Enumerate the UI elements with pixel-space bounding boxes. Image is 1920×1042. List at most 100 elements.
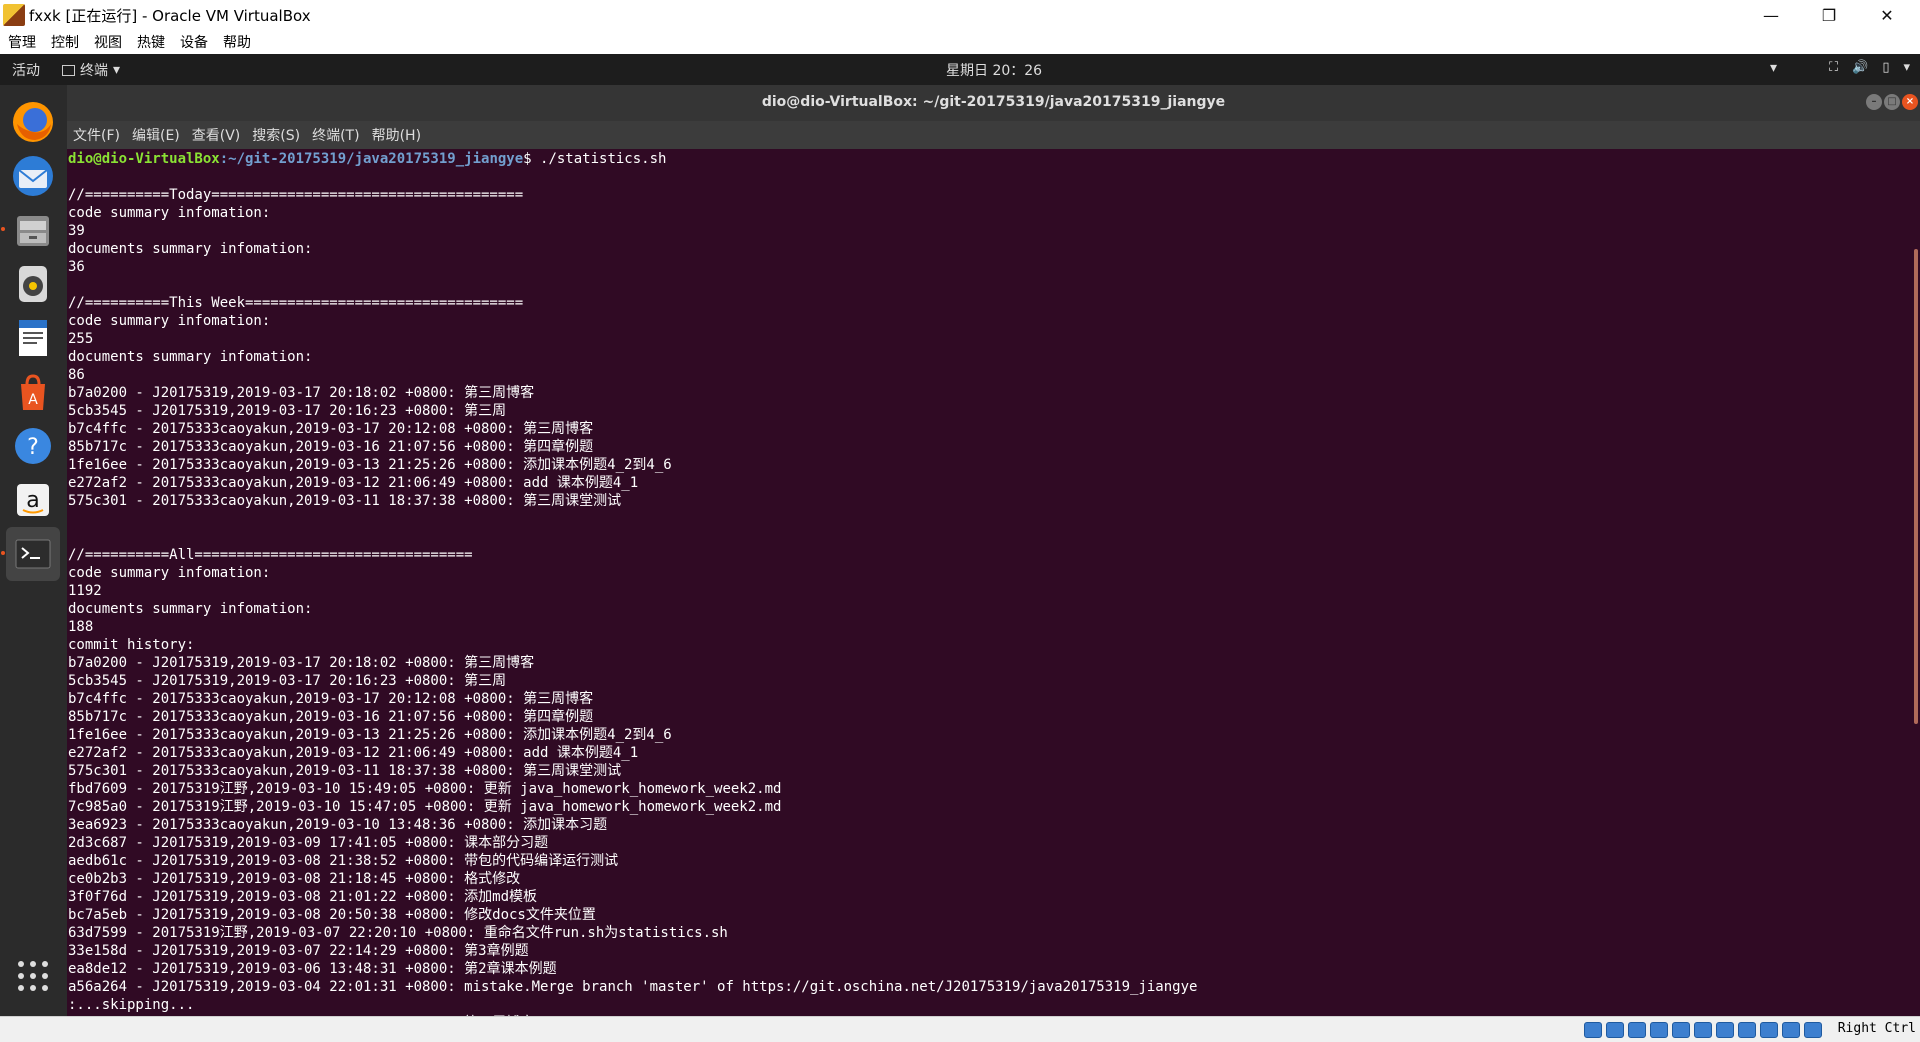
- terminal-line: //==========This Week===================…: [68, 295, 524, 311]
- menu-view[interactable]: 视图: [94, 32, 122, 52]
- terminal-line: ea8de12 - J20175319,2019-03-06 13:48:31 …: [68, 961, 557, 977]
- recording-icon[interactable]: [1738, 1022, 1756, 1038]
- menu-manage[interactable]: 管理: [8, 32, 36, 52]
- terminal-line: e272af2 - 20175333caoyakun,2019-03-12 21…: [68, 745, 639, 761]
- mouse-integration-icon[interactable]: [1782, 1022, 1800, 1038]
- close-button[interactable]: ✕: [1858, 0, 1916, 30]
- terminal-close-button[interactable]: ×: [1902, 94, 1918, 110]
- terminal-line: 5cb3545 - J20175319,2019-03-17 20:16:23 …: [68, 403, 507, 419]
- files-icon[interactable]: [6, 203, 60, 257]
- terminal-line: 3ea6923 - 20175333caoyakun,2019-03-10 13…: [68, 817, 608, 833]
- terminal-line: 1192: [68, 583, 102, 599]
- terminal-line: 33e158d - J20175319,2019-03-07 22:14:29 …: [68, 943, 529, 959]
- firefox-icon[interactable]: [6, 95, 60, 149]
- shared-folders-icon[interactable]: [1694, 1022, 1712, 1038]
- help-icon[interactable]: ?: [6, 419, 60, 473]
- terminal-menu-file[interactable]: 文件(F): [73, 125, 120, 145]
- terminal-line: //==========All=========================…: [68, 547, 473, 563]
- terminal-line: documents summary infomation:: [68, 349, 313, 365]
- cpu-icon[interactable]: [1760, 1022, 1778, 1038]
- terminal-line: :...skipping...: [68, 997, 195, 1013]
- restore-button[interactable]: ❐: [1800, 0, 1858, 30]
- chevron-down-icon[interactable]: ▾: [1770, 60, 1777, 76]
- minimize-button[interactable]: —: [1742, 0, 1800, 30]
- virtualbox-icon: [3, 4, 25, 26]
- terminal-line: 1fe16ee - 20175333caoyakun,2019-03-13 21…: [68, 457, 672, 473]
- software-icon[interactable]: A: [6, 365, 60, 419]
- menu-help[interactable]: 帮助: [223, 32, 251, 52]
- battery-icon: ▯: [1882, 60, 1890, 75]
- terminal-line: documents summary infomation:: [68, 241, 313, 257]
- terminal-line: //==========Today=======================…: [68, 187, 524, 203]
- terminal-line: documents summary infomation:: [68, 601, 313, 617]
- terminal-line: b7a0200 - J20175319,2019-03-17 20:18:02 …: [68, 385, 535, 401]
- prompt-path: :~/git-20175319/java20175319_jiangye: [219, 151, 524, 167]
- menu-devices[interactable]: 设备: [180, 32, 208, 52]
- terminal-line: commit history:: [68, 637, 195, 653]
- terminal-minimize-button[interactable]: –: [1866, 94, 1882, 110]
- terminal-title: dio@dio-VirtualBox: ~/git-20175319/java2…: [761, 94, 1226, 110]
- terminal-small-icon: [62, 64, 75, 76]
- terminal-menubar: 文件(F) 编辑(E) 查看(V) 搜索(S) 终端(T) 帮助(H): [67, 121, 1920, 149]
- system-tray[interactable]: ⛶ 🔊 ▯ ▾: [1829, 60, 1910, 75]
- prompt-user: dio@dio-VirtualBox: [68, 151, 220, 167]
- terminal-menu-search[interactable]: 搜索(S): [252, 125, 300, 145]
- network-status-icon[interactable]: [1650, 1022, 1668, 1038]
- terminal-line: b7c4ffc - 20175333caoyakun,2019-03-17 20…: [68, 691, 594, 707]
- terminal-line: aedb61c - J20175319,2019-03-08 21:38:52 …: [68, 853, 619, 869]
- terminal-icon[interactable]: [6, 527, 60, 581]
- terminal-line: 3f0f76d - J20175319,2019-03-08 21:01:22 …: [68, 889, 538, 905]
- display-icon[interactable]: [1716, 1022, 1734, 1038]
- audio-icon[interactable]: [1628, 1022, 1646, 1038]
- thunderbird-icon[interactable]: [6, 149, 60, 203]
- app-menu[interactable]: 终端 ▾: [62, 60, 120, 80]
- host-key-label: Right Ctrl: [1837, 1021, 1916, 1036]
- terminal-scrollbar[interactable]: [1914, 249, 1918, 724]
- terminal-line: 575c301 - 20175333caoyakun,2019-03-11 18…: [68, 763, 622, 779]
- terminal-menu-help[interactable]: 帮助(H): [372, 125, 421, 145]
- terminal-menu-edit[interactable]: 编辑(E): [132, 125, 180, 145]
- terminal-line: 36: [68, 259, 85, 275]
- terminal-maximize-button[interactable]: □: [1884, 94, 1900, 110]
- terminal-header-bar: dio@dio-VirtualBox: ~/git-20175319/java2…: [67, 85, 1920, 121]
- terminal-line: 63d7599 - 20175319江野,2019-03-07 22:20:10…: [68, 925, 728, 941]
- vbox-menubar: 管理 控制 视图 热键 设备 帮助: [0, 30, 1920, 54]
- keyboard-capture-icon[interactable]: [1804, 1022, 1822, 1038]
- usb-icon[interactable]: [1672, 1022, 1690, 1038]
- terminal-line: b7a0200 - J20175319,2019-03-17 20:18:02 …: [68, 655, 535, 671]
- terminal-line: 85b717c - 20175333caoyakun,2019-03-16 21…: [68, 709, 594, 725]
- menu-control[interactable]: 控制: [51, 32, 79, 52]
- activities-button[interactable]: 活动: [12, 60, 40, 80]
- prompt-command: $ ./statistics.sh: [523, 151, 667, 167]
- app-menu-label: 终端: [80, 63, 108, 79]
- gnome-top-bar: 活动 终端 ▾ 星期日 20：26 ▾ ⛶ 🔊 ▯ ▾: [0, 54, 1920, 85]
- terminal-line: bc7a5eb - J20175319,2019-03-08 20:50:38 …: [68, 907, 596, 923]
- terminal-menu-terminal[interactable]: 终端(T): [312, 125, 359, 145]
- menu-hotkey[interactable]: 热键: [137, 32, 165, 52]
- terminal-output[interactable]: dio@dio-VirtualBox:~/git-20175319/java20…: [67, 149, 1920, 1016]
- writer-icon[interactable]: [6, 311, 60, 365]
- terminal-line: 575c301 - 20175333caoyakun,2019-03-11 18…: [68, 493, 622, 509]
- network-icon: ⛶: [1829, 60, 1839, 75]
- terminal-line: ce0b2b3 - J20175319,2019-03-08 21:18:45 …: [68, 871, 521, 887]
- terminal-line: 188: [68, 619, 94, 635]
- terminal-line: 85b717c - 20175333caoyakun,2019-03-16 21…: [68, 439, 594, 455]
- terminal-menu-view[interactable]: 查看(V): [192, 125, 241, 145]
- terminal-line: fbd7609 - 20175319江野,2019-03-10 15:49:05…: [68, 781, 782, 797]
- rhythmbox-icon[interactable]: [6, 257, 60, 311]
- terminal-line: code summary infomation:: [68, 313, 271, 329]
- terminal-line: e272af2 - 20175333caoyakun,2019-03-12 21…: [68, 475, 639, 491]
- harddisk-icon[interactable]: [1584, 1022, 1602, 1038]
- clock[interactable]: 星期日 20：26: [946, 60, 1042, 80]
- vbox-statusbar: Right Ctrl: [0, 1016, 1920, 1042]
- amazon-icon[interactable]: a: [6, 473, 60, 527]
- show-applications-icon[interactable]: [6, 949, 60, 1003]
- terminal-line: 2d3c687 - J20175319,2019-03-09 17:41:05 …: [68, 835, 549, 851]
- svg-text:A: A: [28, 392, 38, 408]
- optical-drive-icon[interactable]: [1606, 1022, 1624, 1038]
- running-indicator: [1, 227, 5, 231]
